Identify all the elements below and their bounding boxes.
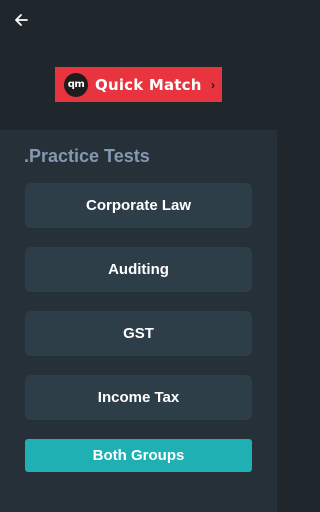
back-button[interactable]: [10, 9, 32, 31]
test-card-label: Income Tax: [97, 389, 180, 406]
quick-match-logo: qm: [64, 72, 88, 97]
test-card-label: GST: [123, 325, 154, 342]
test-card-auditing[interactable]: Auditing: [25, 247, 252, 292]
section-title: .Practice Tests: [24, 146, 150, 166]
test-card-gst[interactable]: GST: [25, 311, 252, 356]
quick-match-banner[interactable]: qm Quick Match ›: [55, 67, 222, 102]
test-card-income-tax[interactable]: Income Tax: [25, 375, 252, 420]
test-card-corporate-law[interactable]: Corporate Law: [25, 183, 252, 228]
both-groups-button[interactable]: Both Groups: [25, 439, 252, 472]
header-area: qm Quick Match ›: [0, 0, 277, 130]
arrow-left-icon: [15, 14, 28, 26]
quick-match-label: Quick Match: [95, 75, 202, 94]
test-card-label: Corporate Law: [85, 197, 191, 214]
test-card-label: Auditing: [108, 261, 169, 278]
both-groups-label: Both Groups: [92, 447, 185, 464]
chevron-right-icon: ›: [211, 77, 215, 92]
